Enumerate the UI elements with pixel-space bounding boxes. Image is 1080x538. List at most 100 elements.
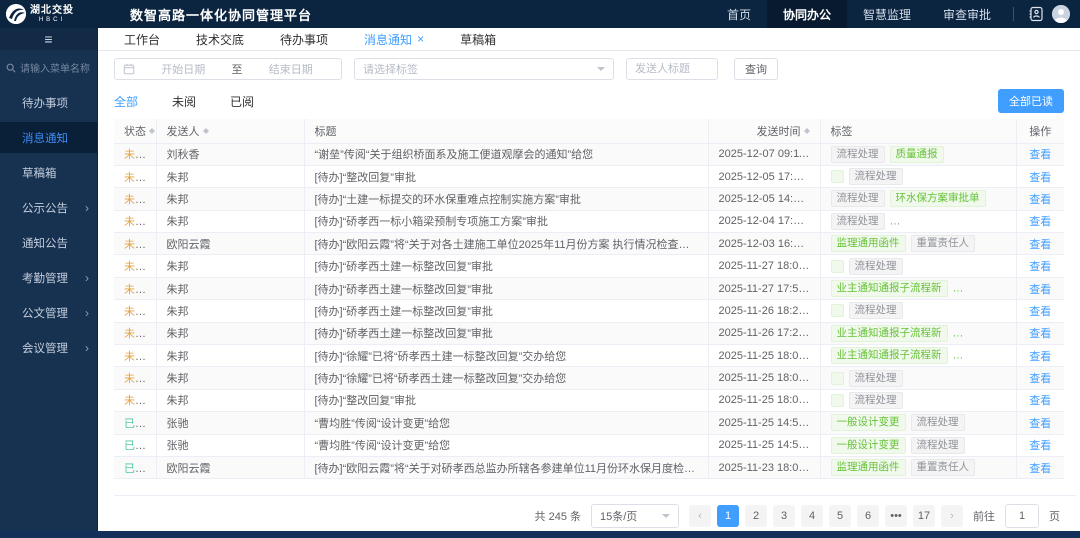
- view-link[interactable]: 查看: [1029, 306, 1051, 318]
- view-tab[interactable]: 已阅: [230, 93, 254, 110]
- tags-cell: 流程处理: [820, 389, 1016, 411]
- tag-select-placeholder: 请选择标签: [363, 61, 418, 77]
- sidebar-item[interactable]: 通知公告: [0, 227, 97, 258]
- query-button[interactable]: 查询: [734, 58, 778, 80]
- tab-label: 消息通知: [364, 31, 412, 48]
- sort-desc-icon[interactable]: [203, 131, 209, 137]
- sidebar-item-label: 会议管理: [22, 340, 68, 356]
- sidebar-item-label: 公文管理: [22, 305, 68, 321]
- title-cell: [待办]“徐耀”已将“硚孝西土建一标整改回复”交办给您: [304, 367, 708, 389]
- view-link[interactable]: 查看: [1029, 261, 1051, 273]
- keyword-input[interactable]: [626, 58, 718, 80]
- view-link[interactable]: 查看: [1029, 418, 1051, 430]
- sidebar-item[interactable]: 消息通知: [0, 122, 97, 153]
- status-badge: 已阅: [124, 463, 146, 475]
- view-link[interactable]: 查看: [1029, 395, 1051, 407]
- page-button[interactable]: 5: [829, 505, 851, 527]
- goto-page-input[interactable]: [1005, 504, 1039, 528]
- tag: 一般设计变更: [831, 414, 906, 431]
- sidebar-item-label: 通知公告: [22, 235, 68, 251]
- view-link[interactable]: 查看: [1029, 194, 1051, 206]
- page-button[interactable]: 6: [857, 505, 879, 527]
- sidebar-item[interactable]: 待办事项: [0, 87, 97, 118]
- date-range-picker[interactable]: 开始日期 至 结束日期: [114, 58, 342, 80]
- page-button[interactable]: 4: [801, 505, 823, 527]
- next-page-button[interactable]: ›: [941, 505, 963, 527]
- prev-page-button[interactable]: ‹: [689, 505, 711, 527]
- topnav-item[interactable]: 审查审批: [927, 0, 1007, 28]
- tab[interactable]: 草稿箱: [442, 28, 514, 50]
- page-button[interactable]: 1: [717, 505, 739, 527]
- page-button[interactable]: 3: [773, 505, 795, 527]
- title-cell: “谢垒”传阅“关于组织桥面系及施工便道观摩会的通知”给您: [304, 143, 708, 165]
- column-header[interactable]: 状态: [114, 119, 156, 143]
- sort-desc-icon[interactable]: [149, 131, 155, 137]
- tab[interactable]: 工作台: [106, 28, 178, 50]
- total-count: 共 245 条: [535, 508, 581, 524]
- address-book-icon[interactable]: [1026, 4, 1046, 24]
- page-size-select[interactable]: 15条/页: [591, 504, 679, 528]
- tag: 环水保方案审批单: [890, 190, 986, 207]
- page-button[interactable]: 17: [913, 505, 935, 527]
- tag-select[interactable]: 请选择标签: [354, 58, 614, 80]
- sidebar-item-label: 待办事项: [22, 95, 68, 111]
- topnav-item[interactable]: 智慧监理: [847, 0, 927, 28]
- tags-cell: 流程处理: [820, 255, 1016, 277]
- sort-desc-icon[interactable]: [804, 131, 810, 137]
- view-link[interactable]: 查看: [1029, 239, 1051, 251]
- tag: 专项施工方案审批单JSGB: [890, 213, 1017, 230]
- view-tab[interactable]: 全部: [114, 93, 138, 110]
- topnav-item[interactable]: 首页: [711, 0, 767, 28]
- view-link[interactable]: 查看: [1029, 351, 1051, 363]
- column-header: 标签: [820, 119, 1016, 143]
- view-link[interactable]: 查看: [1029, 149, 1051, 161]
- column-header[interactable]: 发送人: [156, 119, 304, 143]
- more-pages-button[interactable]: •••: [885, 505, 907, 527]
- menu-search-input[interactable]: 请输入菜单名称: [0, 50, 97, 83]
- sender-cell: 朱邦: [156, 165, 304, 187]
- view-link[interactable]: 查看: [1029, 216, 1051, 228]
- view-tab[interactable]: 未阅: [172, 93, 196, 110]
- sidebar-item[interactable]: 公文管理›: [0, 297, 97, 328]
- goto-suffix: 页: [1049, 508, 1060, 524]
- tab[interactable]: 消息通知 ×: [346, 28, 442, 50]
- title-cell: [待办]“硚孝西土建一标整改回复”审批: [304, 322, 708, 344]
- topnav-item[interactable]: 协同办公: [767, 0, 847, 28]
- view-link[interactable]: 查看: [1029, 463, 1051, 475]
- tab[interactable]: 技术交底: [178, 28, 262, 50]
- view-link[interactable]: 查看: [1029, 373, 1051, 385]
- brand-logo: 湖北交投 HBCI: [0, 4, 120, 24]
- view-link[interactable]: 查看: [1029, 284, 1051, 296]
- sidebar-item[interactable]: 会议管理›: [0, 332, 97, 363]
- view-link[interactable]: 查看: [1029, 440, 1051, 452]
- sort-icons[interactable]: [804, 125, 810, 137]
- sidebar-item[interactable]: 公示公告›: [0, 192, 97, 223]
- sidebar-item-label: 公示公告: [22, 200, 68, 216]
- sidebar-item[interactable]: 考勤管理›: [0, 262, 97, 293]
- sidebar-item[interactable]: 草稿箱: [0, 157, 97, 188]
- sender-cell: 朱邦: [156, 210, 304, 232]
- close-icon[interactable]: ×: [417, 33, 424, 45]
- brand-name: 湖北交投: [30, 6, 74, 16]
- view-link[interactable]: 查看: [1029, 172, 1051, 184]
- sort-icons[interactable]: [203, 125, 209, 137]
- sort-icons[interactable]: [149, 125, 155, 137]
- mark-all-read-button[interactable]: 全部已读: [998, 89, 1064, 113]
- brand-abbr: HBCI: [30, 17, 74, 23]
- column-header-label: 操作: [1029, 123, 1051, 139]
- tab-label: 草稿箱: [460, 31, 496, 48]
- title-cell: “曹均胜”传阅“设计变更”给您: [304, 412, 708, 434]
- chevron-right-icon: ›: [85, 271, 89, 285]
- sidebar: ≡ 请输入菜单名称 待办事项消息通知草稿箱公示公告›通知公告考勤管理›公文管理›…: [0, 28, 97, 538]
- user-avatar[interactable]: [1052, 5, 1070, 23]
- table-row: 已阅张驰“曹均胜”传阅“设计变更”给您2025-11-25 14:53:18一般…: [114, 434, 1064, 456]
- tag: 质量通报: [890, 146, 944, 163]
- column-header[interactable]: 发送时间: [708, 119, 820, 143]
- search-icon: [6, 63, 16, 73]
- page-button[interactable]: 2: [745, 505, 767, 527]
- tags-cell: 监理通用函件重置责任人: [820, 456, 1016, 478]
- tab[interactable]: 待办事项: [262, 28, 346, 50]
- collapse-menu-icon[interactable]: ≡: [0, 28, 97, 50]
- sidebar-item-label: 草稿箱: [22, 165, 57, 181]
- view-link[interactable]: 查看: [1029, 328, 1051, 340]
